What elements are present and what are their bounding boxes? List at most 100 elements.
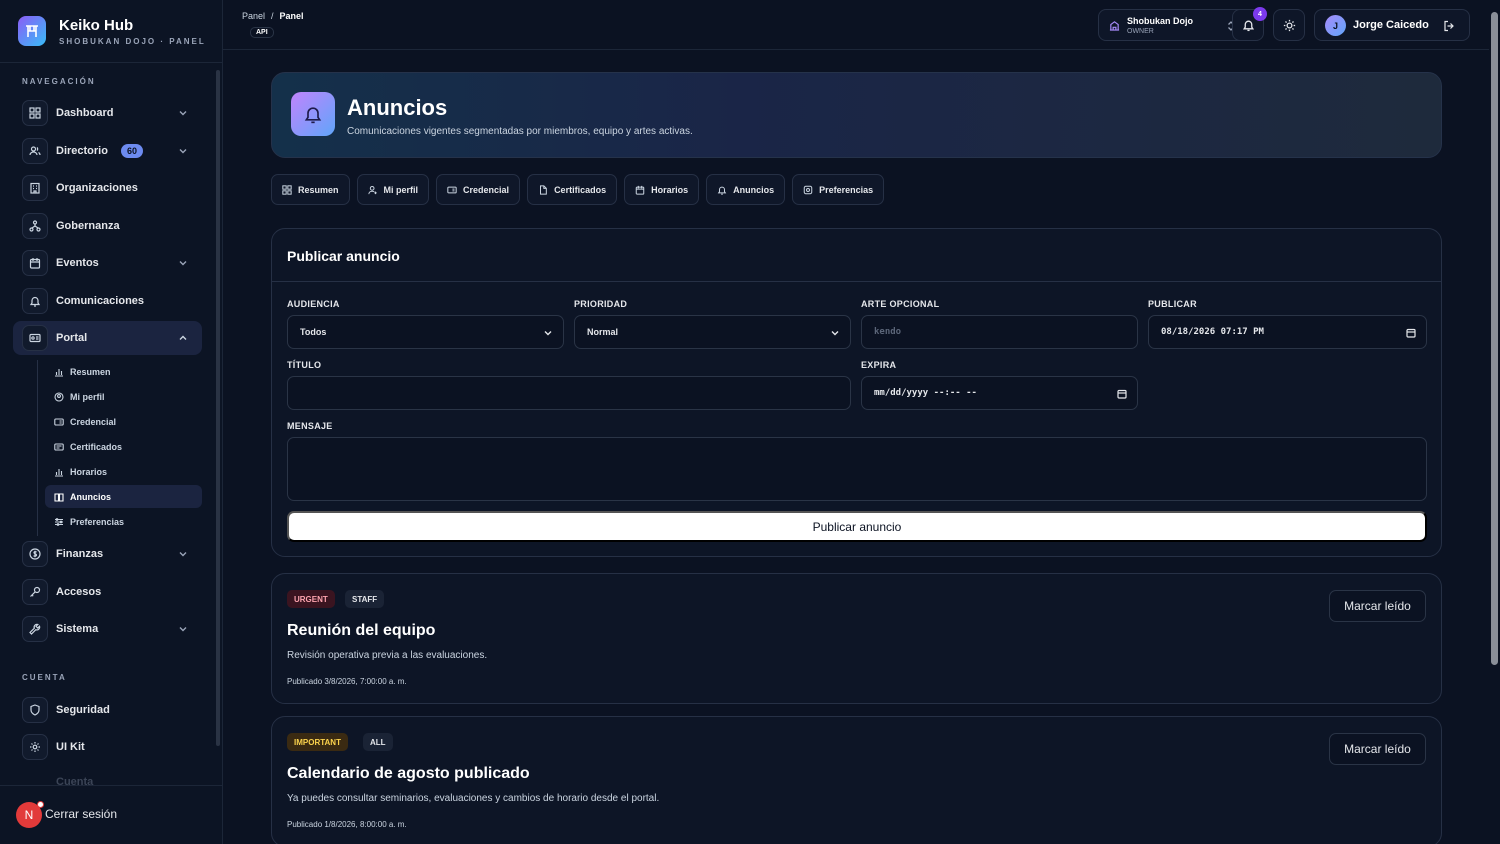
sidebar-item-eventos[interactable]: Eventos (13, 246, 202, 280)
tab-certificados[interactable]: Certificados (527, 174, 618, 205)
tab-label: Mi perfil (383, 184, 419, 195)
user-circle-icon (54, 391, 64, 402)
chevron-down-icon (179, 111, 187, 116)
expires-datetime-input[interactable]: mm/dd/yyyy --:-- -- (861, 376, 1138, 410)
sidebar-item-seguridad[interactable]: Seguridad (13, 693, 202, 727)
sidebar-item-sistema[interactable]: Sistema (13, 612, 202, 646)
sidebar-item-label: UI Kit (56, 741, 85, 753)
theme-toggle-button[interactable] (1273, 9, 1305, 41)
dojo-role: OWNER (1127, 28, 1154, 35)
chevron-down-icon (179, 627, 187, 632)
sidebar-scrollbar[interactable] (216, 70, 220, 746)
chevron-down-icon (179, 149, 187, 154)
tab-label: Anuncios (733, 184, 775, 195)
tab-horarios[interactable]: Horarios (624, 174, 700, 205)
message-label: MENSAJE (287, 421, 333, 431)
publish-datetime-input[interactable]: 08/18/2026 07:17 PM (1148, 315, 1427, 349)
bell-icon (717, 186, 727, 195)
subnav-item-label: Preferencias (70, 516, 125, 527)
priority-select[interactable]: Normal (574, 315, 851, 349)
calendar-icon[interactable] (1406, 328, 1416, 338)
announcement-card: IMPORTANT ALL Calendario de agosto publi… (271, 716, 1442, 844)
dashboard-icon (282, 184, 292, 195)
subnav-item-label: Credencial (70, 416, 117, 427)
chevron-down-icon (179, 261, 187, 266)
announcement-message: Ya puedes consultar seminarios, evaluaci… (287, 793, 660, 804)
subnav-item-anuncios[interactable]: Anuncios (45, 485, 202, 508)
expires-label: EXPIRA (861, 360, 897, 370)
subnav-item-resumen[interactable]: Resumen (45, 360, 202, 383)
divider (272, 281, 1441, 282)
sidebar-item-ui-kit[interactable]: UI Kit (13, 730, 202, 764)
tab-resumen[interactable]: Resumen (271, 174, 350, 205)
audience-badge: ALL (363, 733, 393, 751)
brand[interactable]: Keiko Hub SHOBUKAN DOJO · PANEL (18, 16, 206, 46)
mark-read-button[interactable]: Marcar leído (1329, 733, 1426, 765)
sidebar-item-finanzas[interactable]: Finanzas (13, 537, 202, 571)
calendar-icon (22, 250, 48, 276)
subnav-item-credencial[interactable]: Credencial (45, 410, 202, 433)
building-icon (22, 175, 48, 201)
tab-anuncios[interactable]: Anuncios (706, 174, 786, 205)
dojo-switcher[interactable]: Shobukan Dojo OWNER (1098, 9, 1247, 41)
bar-chart-icon (55, 468, 63, 477)
sidebar-item-comunicaciones[interactable]: Comunicaciones (13, 284, 202, 318)
title-label: TÍTULO (287, 360, 322, 370)
breadcrumb: Panel / Panel (242, 11, 304, 21)
user-menu[interactable]: J Jorge Caicedo (1314, 9, 1470, 41)
sidebar-item-organizaciones[interactable]: Organizaciones (13, 171, 202, 205)
mark-read-button[interactable]: Marcar leído (1329, 590, 1426, 622)
bell-icon (22, 288, 48, 314)
logout-button[interactable]: Cerrar sesión (45, 807, 117, 821)
art-input[interactable]: kendo (861, 315, 1138, 349)
art-label: ARTE OPCIONAL (861, 299, 940, 309)
subnav-item-horarios[interactable]: Horarios (45, 460, 202, 483)
page-scrollbar-thumb[interactable] (1491, 12, 1498, 665)
status-dot (37, 801, 44, 808)
bell-icon (1242, 20, 1255, 32)
subnav-item-label: Mi perfil (70, 391, 105, 402)
subnav-item-preferencias[interactable]: Preferencias (45, 510, 202, 533)
title-input[interactable] (287, 376, 851, 410)
sliders-icon (55, 517, 63, 526)
sidebar-item-portal[interactable]: Portal (13, 321, 202, 355)
audience-value: Todos (300, 327, 327, 337)
page-subtitle: Comunicaciones vigentes segmentadas por … (347, 126, 693, 137)
sidebar-item-label: Finanzas (56, 548, 104, 560)
id-card-icon (22, 325, 48, 351)
announcement-card: URGENT STAFF Reunión del equipo Revisión… (271, 573, 1442, 704)
tab-mi-perfil[interactable]: Mi perfil (356, 174, 430, 205)
sidebar-item-directorio[interactable]: Directorio 60 (13, 134, 202, 168)
sidebar-item-label: Eventos (56, 257, 99, 269)
id-card-icon (54, 417, 64, 426)
tab-credencial[interactable]: Credencial (436, 174, 521, 205)
tab-label: Preferencias (819, 184, 874, 195)
audience-label: AUDIENCIA (287, 299, 340, 309)
account-section-label: CUENTA (22, 673, 67, 682)
subnav-item-label: Anuncios (70, 491, 112, 502)
sidebar-item-gobernanza[interactable]: Gobernanza (13, 209, 202, 243)
sidebar-item-label: Directorio (56, 145, 108, 157)
portal-tabs: Resumen Mi perfil Credencial Certificado… (271, 174, 885, 205)
breadcrumb-item[interactable]: Panel (242, 11, 265, 21)
sidebar-item-dashboard[interactable]: Dashboard (13, 96, 202, 130)
sun-icon (1283, 19, 1296, 32)
bell-icon (291, 92, 335, 136)
audience-select[interactable]: Todos (287, 315, 564, 349)
notification-count-badge: 4 (1253, 7, 1267, 21)
announcement-date: Publicado 3/8/2026, 7:00:00 a. m. (287, 677, 407, 686)
message-textarea[interactable] (287, 437, 1427, 501)
subnav-item-mi-perfil[interactable]: Mi perfil (45, 385, 202, 408)
dashboard-icon (22, 100, 48, 126)
certificate-icon (54, 442, 64, 451)
publish-button[interactable]: Publicar anuncio (287, 511, 1427, 542)
sidebar-item-accesos[interactable]: Accesos (13, 575, 202, 609)
subnav-item-certificados[interactable]: Certificados (45, 435, 202, 458)
user-name: Jorge Caicedo (1353, 19, 1429, 31)
divider (0, 62, 222, 63)
sidebar-item-label: Accesos (56, 586, 102, 598)
priority-label: PRIORIDAD (574, 299, 628, 309)
calendar-icon[interactable] (1117, 389, 1127, 399)
sidebar-item-label: Seguridad (56, 704, 110, 716)
tab-preferencias[interactable]: Preferencias (792, 174, 885, 205)
